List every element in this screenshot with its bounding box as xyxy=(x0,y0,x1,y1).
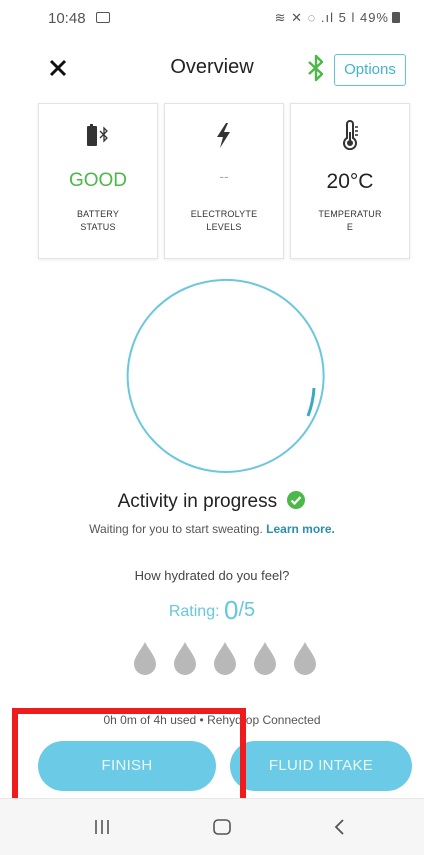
drop-rating-1-icon[interactable] xyxy=(130,640,160,676)
activity-progress-ring xyxy=(126,278,325,473)
rating-max: /5 xyxy=(238,599,256,621)
home-button[interactable] xyxy=(202,813,242,841)
check-circle-icon xyxy=(287,491,306,509)
electrolyte-levels-value: -- xyxy=(219,168,229,184)
system-nav-bar xyxy=(0,798,424,855)
app-header: Overview Options xyxy=(0,44,424,92)
status-bar: 10:48 ≋ ✕ ◌ .ıl 5 l 49% xyxy=(0,0,424,38)
drop-rating-3-icon[interactable] xyxy=(210,640,240,676)
status-cards: GOOD BATTERY STATUS -- ELECTROLYTE LEVEL… xyxy=(38,103,410,259)
temperature-label: TEMPERATUR E xyxy=(318,209,382,232)
electrolyte-levels-label: ELECTROLYTE LEVELS xyxy=(190,209,258,232)
recent-apps-icon xyxy=(95,820,109,834)
back-chevron-icon xyxy=(334,819,344,835)
drop-rating-2-icon[interactable] xyxy=(170,640,200,676)
battery-status-card: GOOD BATTERY STATUS xyxy=(38,103,158,259)
temperature-card: 20°C TEMPERATUR E xyxy=(290,103,410,259)
bluetooth-icon[interactable] xyxy=(304,54,328,82)
learn-more-link[interactable]: Learn more. xyxy=(266,522,335,536)
options-button[interactable]: Options xyxy=(334,54,406,86)
battery-bluetooth-icon xyxy=(87,124,108,146)
status-icons-text: ≋ ✕ ◌ .ıl 5 l 49% xyxy=(274,10,389,25)
fluid-intake-button[interactable]: FLUID INTAKE xyxy=(230,741,412,791)
home-icon xyxy=(213,819,231,835)
waiting-message: Waiting for you to start sweating. Learn… xyxy=(0,522,424,536)
status-time: 10:48 xyxy=(48,10,86,27)
back-button[interactable] xyxy=(320,813,360,841)
rating-display: Rating: 0/5 xyxy=(0,595,424,626)
rating-label: Rating: xyxy=(168,603,220,620)
recent-apps-button[interactable] xyxy=(82,813,122,841)
drop-rating-5-icon[interactable] xyxy=(290,640,320,676)
hydration-rating-drops xyxy=(130,640,320,680)
gallery-notification-icon xyxy=(96,12,110,23)
drop-rating-4-icon[interactable] xyxy=(250,640,280,676)
battery-icon xyxy=(392,12,400,23)
activity-status: Activity in progress xyxy=(0,490,424,513)
lightning-icon xyxy=(217,123,230,148)
waiting-text: Waiting for you to start sweating. xyxy=(89,522,263,536)
temperature-value: 20°C xyxy=(326,170,374,193)
activity-status-text: Activity in progress xyxy=(117,491,278,512)
rating-value: 0 xyxy=(224,595,239,625)
status-icons: ≋ ✕ ◌ .ıl 5 l 49% xyxy=(275,10,400,26)
battery-status-value: GOOD xyxy=(68,170,128,191)
electrolyte-levels-card: -- ELECTROLYTE LEVELS xyxy=(164,103,284,259)
thermometer-icon xyxy=(343,120,358,150)
hydration-question: How hydrated do you feel? xyxy=(134,568,290,583)
battery-status-label: BATTERY STATUS xyxy=(76,209,120,232)
